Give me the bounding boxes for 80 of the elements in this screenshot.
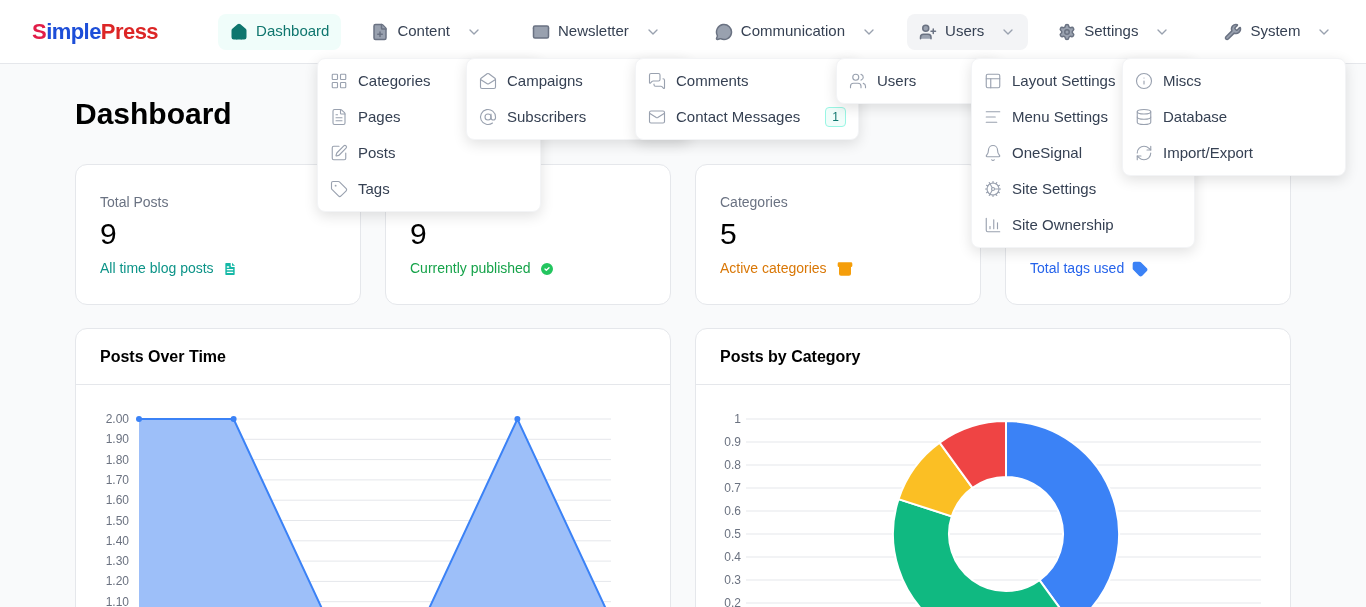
axis-tick-label: 0.9	[724, 435, 741, 449]
axis-tick-label: 0.5	[724, 527, 741, 541]
bar-chart-icon	[984, 216, 1002, 234]
check-circle-icon	[538, 260, 555, 277]
pencil-icon	[330, 144, 348, 162]
logo-text: S	[32, 18, 47, 46]
menu-item[interactable]: Database	[1123, 99, 1345, 135]
open-envelope-icon	[479, 72, 497, 90]
logo-text: Press	[100, 18, 159, 46]
stat-caption: Total tags used	[1030, 259, 1125, 278]
cog-icon	[984, 180, 1002, 198]
axis-tick-label: 0.3	[724, 573, 741, 587]
data-point	[514, 416, 521, 422]
lines-icon	[984, 108, 1002, 126]
database-icon	[1135, 108, 1153, 126]
users-icon	[849, 72, 867, 90]
menu-item[interactable]: Miscs	[1123, 63, 1345, 99]
nav-item[interactable]: Communication	[702, 13, 890, 50]
axis-tick-label: 1.60	[105, 493, 129, 508]
nav-item[interactable]: Users	[907, 13, 1029, 50]
axis-tick-label: 0.7	[724, 481, 741, 495]
data-point	[136, 416, 142, 422]
grid-icon	[330, 72, 348, 90]
nav-item[interactable]: Settings	[1046, 13, 1183, 50]
user-plus-icon	[919, 22, 938, 41]
nav-item[interactable]: System	[1212, 13, 1345, 50]
axis-tick-label: 1.50	[105, 513, 129, 528]
bell-icon	[984, 144, 1002, 162]
tag-icon	[1132, 260, 1149, 277]
axis-tick-label: 1	[734, 412, 741, 426]
envelope-icon	[648, 108, 666, 126]
axis-tick-label: 0.8	[724, 458, 741, 472]
axis-tick-label: 1.90	[105, 432, 129, 447]
envelope-icon	[532, 22, 550, 41]
menu-item[interactable]: Contact Messages 1	[636, 99, 858, 135]
refresh-icon	[1135, 144, 1153, 162]
axis-tick-label: 0.2	[724, 596, 741, 607]
chart-title: Posts Over Time	[100, 346, 226, 367]
layout-icon	[984, 72, 1002, 90]
stat-value: 9	[410, 217, 427, 250]
nav-item[interactable]: Dashboard	[218, 13, 342, 50]
stat-caption: Currently published	[410, 259, 531, 278]
chat-bubbles-icon	[648, 72, 666, 90]
stat-label: Categories	[720, 194, 788, 210]
file-plus-icon	[371, 22, 390, 41]
stat-label: Total Posts	[100, 194, 169, 210]
data-point	[230, 416, 237, 422]
axis-tick-label: 1.10	[105, 594, 129, 607]
menu-item[interactable]: Tags	[318, 171, 540, 207]
chat-bubble-icon	[714, 22, 733, 41]
tag-icon	[330, 180, 348, 198]
axis-tick-label: 1.40	[105, 533, 129, 548]
axis-tick-label: 1.20	[105, 574, 129, 589]
gear-icon	[1058, 22, 1077, 41]
info-icon	[1135, 72, 1153, 90]
axis-tick-label: 1.80	[105, 452, 129, 467]
axis-tick-label: 0.4	[724, 550, 741, 564]
stat-value: 9	[100, 217, 117, 250]
document-icon	[221, 260, 238, 277]
logo-text: imple	[46, 18, 101, 46]
menu-item[interactable]: Site Ownership	[972, 207, 1194, 243]
stat-caption: All time blog posts	[100, 259, 214, 278]
home-icon	[230, 22, 249, 41]
page-icon	[330, 108, 348, 126]
menu-item[interactable]: Posts	[318, 135, 540, 171]
stat-caption: Active categories	[720, 259, 827, 278]
tools-icon	[1224, 22, 1243, 41]
axis-tick-label: 0.6	[724, 504, 741, 518]
chart-title: Posts by Category	[720, 346, 861, 367]
stat-value: 5	[720, 217, 737, 250]
nav-item[interactable]: Content	[359, 13, 494, 50]
axis-tick-label: 1.30	[105, 554, 129, 569]
axis-tick-label: 1.70	[105, 472, 129, 487]
at-sign-icon	[479, 108, 497, 126]
menu-item[interactable]: Import/Export	[1123, 135, 1345, 171]
nav-item[interactable]: Newsletter	[520, 13, 673, 50]
axis-tick-label: 2.00	[105, 412, 129, 426]
page-title: Dashboard	[75, 96, 232, 132]
menu-item[interactable]: Site Settings	[972, 171, 1194, 207]
count-badge: 1	[825, 107, 846, 127]
